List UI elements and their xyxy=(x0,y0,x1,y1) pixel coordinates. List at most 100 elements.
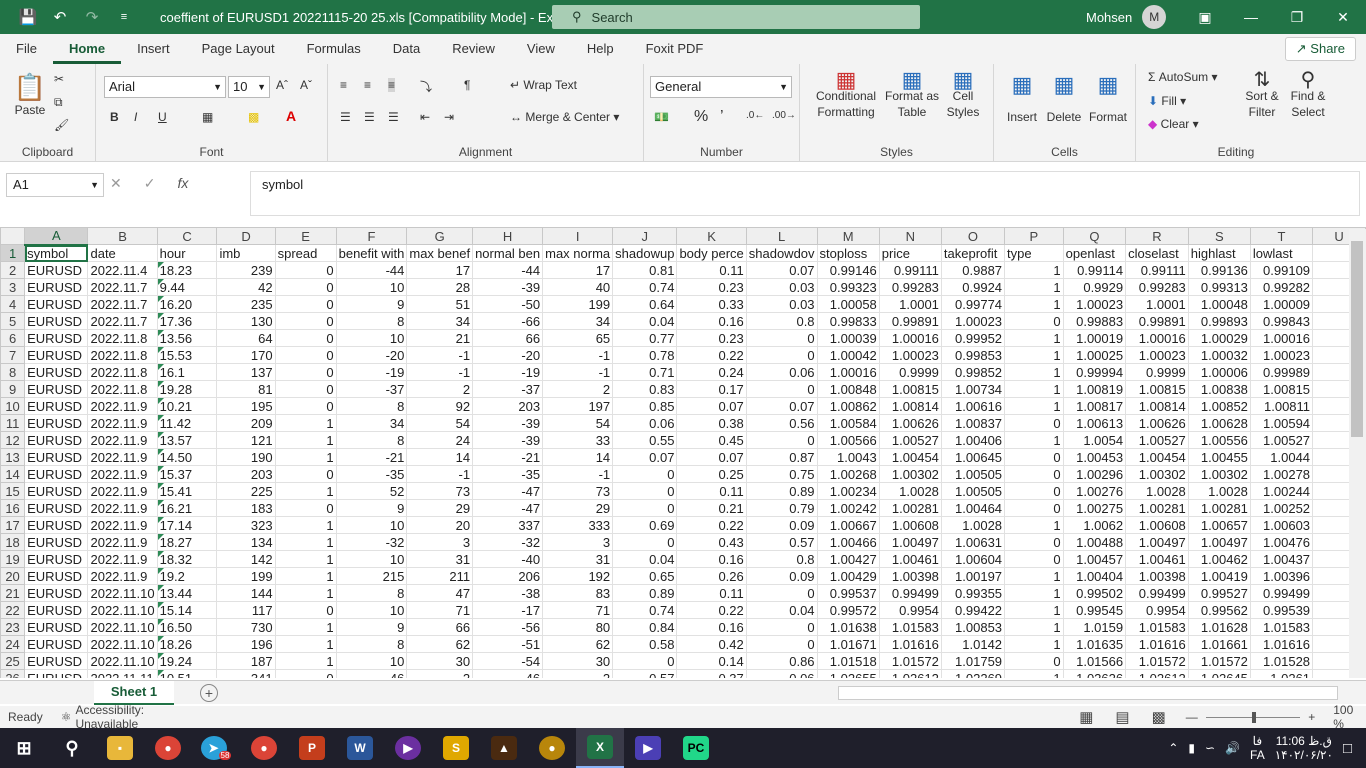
cell[interactable]: 73 xyxy=(542,482,614,500)
cell[interactable]: 1.00025 xyxy=(1062,346,1127,364)
cell[interactable]: 1.01638 xyxy=(816,618,880,636)
row-header[interactable]: 13 xyxy=(0,448,26,466)
cell[interactable]: 2022.11.9 xyxy=(87,465,158,483)
cell[interactable]: 0 xyxy=(274,278,337,296)
cell[interactable]: 31 xyxy=(542,550,614,568)
cell[interactable]: 1 xyxy=(274,448,337,466)
cell[interactable]: 0.85 xyxy=(612,397,678,415)
cell[interactable]: 206 xyxy=(472,567,544,585)
cell[interactable]: 13.57 xyxy=(156,431,218,449)
cell[interactable]: 34 xyxy=(335,414,408,432)
cell[interactable]: 0.14 xyxy=(676,652,747,670)
cell[interactable]: 0.99833 xyxy=(816,312,880,330)
cell[interactable]: -20 xyxy=(335,346,408,364)
cell[interactable]: 8 xyxy=(335,431,408,449)
app-icon-red[interactable]: ▲ xyxy=(480,728,528,768)
cell[interactable]: 0.09 xyxy=(745,567,818,585)
cell[interactable]: 1.00462 xyxy=(1187,550,1251,568)
battery-icon[interactable]: ▮ xyxy=(1188,741,1195,755)
cell[interactable]: 1.01616 xyxy=(878,635,942,653)
cell[interactable]: 0.57 xyxy=(745,533,818,551)
cell[interactable]: 1 xyxy=(274,567,337,585)
cell[interactable]: 21 xyxy=(406,329,474,347)
cell[interactable]: 1 xyxy=(274,414,337,432)
cell[interactable]: -51 xyxy=(472,635,544,653)
column-header-c[interactable]: C xyxy=(156,227,218,245)
cell[interactable]: 1 xyxy=(1004,329,1064,347)
cell[interactable]: 1.00302 xyxy=(878,465,942,483)
cell[interactable]: 1.0028 xyxy=(1125,482,1189,500)
cell[interactable]: shadowdov xyxy=(745,244,818,262)
cell[interactable]: 1.00023 xyxy=(1125,346,1189,364)
cell[interactable]: 1.00505 xyxy=(940,465,1006,483)
cell[interactable]: EURUSD xyxy=(24,482,89,500)
cell[interactable]: 1.00023 xyxy=(1062,295,1127,313)
cell[interactable]: 0.99114 xyxy=(1062,261,1127,279)
cell[interactable]: 17.36 xyxy=(156,312,218,330)
cell[interactable]: 0 xyxy=(745,380,818,398)
cell[interactable]: highlast xyxy=(1187,244,1251,262)
cell[interactable]: 0.06 xyxy=(745,669,818,678)
cell[interactable]: 0.99313 xyxy=(1187,278,1251,296)
row-header[interactable]: 8 xyxy=(0,363,26,381)
cell[interactable]: EURUSD xyxy=(24,414,89,432)
cell[interactable]: 2022.11.9 xyxy=(87,431,158,449)
cell[interactable]: 183 xyxy=(216,499,276,517)
cell[interactable]: 10 xyxy=(335,601,408,619)
cell[interactable]: 40 xyxy=(542,278,614,296)
chevron-up-icon[interactable]: ⌃ xyxy=(1168,741,1178,755)
cell[interactable]: -21 xyxy=(472,448,544,466)
cell[interactable]: 0.99111 xyxy=(1125,261,1189,279)
cell[interactable]: 0.42 xyxy=(676,635,747,653)
cell[interactable]: 195 xyxy=(216,397,276,415)
cell[interactable]: 1.00616 xyxy=(940,397,1006,415)
cell[interactable]: 0.9954 xyxy=(878,601,942,619)
align-center-icon[interactable]: ☰ xyxy=(364,110,375,124)
row-header[interactable]: 3 xyxy=(0,278,26,296)
cell[interactable]: 0 xyxy=(1004,652,1064,670)
cell[interactable]: 1.01583 xyxy=(878,618,942,636)
cell[interactable]: 8 xyxy=(335,635,408,653)
cell[interactable]: 1.00023 xyxy=(878,346,942,364)
tab-view[interactable]: View xyxy=(511,34,571,64)
cell[interactable]: 1.02645 xyxy=(1187,669,1251,678)
cell[interactable]: 1.00275 xyxy=(1062,499,1127,517)
cell[interactable]: 17.14 xyxy=(156,516,218,534)
cell[interactable]: 46 xyxy=(335,669,408,678)
cell[interactable]: 0.75 xyxy=(745,465,818,483)
cell[interactable]: 1 xyxy=(1004,635,1064,653)
cell[interactable]: 1.02269 xyxy=(940,669,1006,678)
cell[interactable]: 0 xyxy=(274,465,337,483)
cell[interactable]: 1 xyxy=(1004,669,1064,678)
cell[interactable]: 33 xyxy=(542,431,614,449)
cell[interactable]: 2022.11.4 xyxy=(87,261,158,279)
ribbon-display-icon[interactable]: ▣ xyxy=(1182,0,1228,34)
cell[interactable]: 28 xyxy=(406,278,474,296)
cell[interactable]: 1 xyxy=(1004,618,1064,636)
cell[interactable]: 1.00427 xyxy=(816,550,880,568)
horizontal-scrollbar[interactable] xyxy=(838,685,1338,700)
cell[interactable]: 1.0028 xyxy=(940,516,1006,534)
page-layout-icon[interactable]: ▤ xyxy=(1115,708,1129,726)
format-as-table-button[interactable]: ▦ Format as Table xyxy=(882,69,942,120)
conditional-formatting-button[interactable]: ▦ Conditional Formatting xyxy=(808,69,884,120)
cell[interactable]: 1.00429 xyxy=(816,567,880,585)
bold-button[interactable]: B xyxy=(110,110,119,124)
cell[interactable]: 144 xyxy=(216,584,276,602)
cell[interactable]: 1.00302 xyxy=(1187,465,1251,483)
cell[interactable]: 1.02626 xyxy=(1062,669,1127,678)
cell[interactable]: 0.83 xyxy=(612,380,678,398)
cell[interactable]: 0.99853 xyxy=(940,346,1006,364)
cell[interactable]: 1.00497 xyxy=(1187,533,1251,551)
cell[interactable]: 1.00862 xyxy=(816,397,880,415)
row-header[interactable]: 17 xyxy=(0,516,26,534)
cell[interactable]: 1.01616 xyxy=(1125,635,1189,653)
cell[interactable]: 1 xyxy=(274,618,337,636)
cell[interactable]: 1 xyxy=(274,482,337,500)
clock[interactable]: 11:06 ق.ظ ۱۴۰۲/۰۶/۲۰ xyxy=(1275,734,1333,762)
cell[interactable]: 170 xyxy=(216,346,276,364)
cell[interactable]: 0.99355 xyxy=(940,584,1006,602)
cell[interactable]: 1.00527 xyxy=(1125,431,1189,449)
cell[interactable]: 18.27 xyxy=(156,533,218,551)
row-header[interactable]: 14 xyxy=(0,465,26,483)
